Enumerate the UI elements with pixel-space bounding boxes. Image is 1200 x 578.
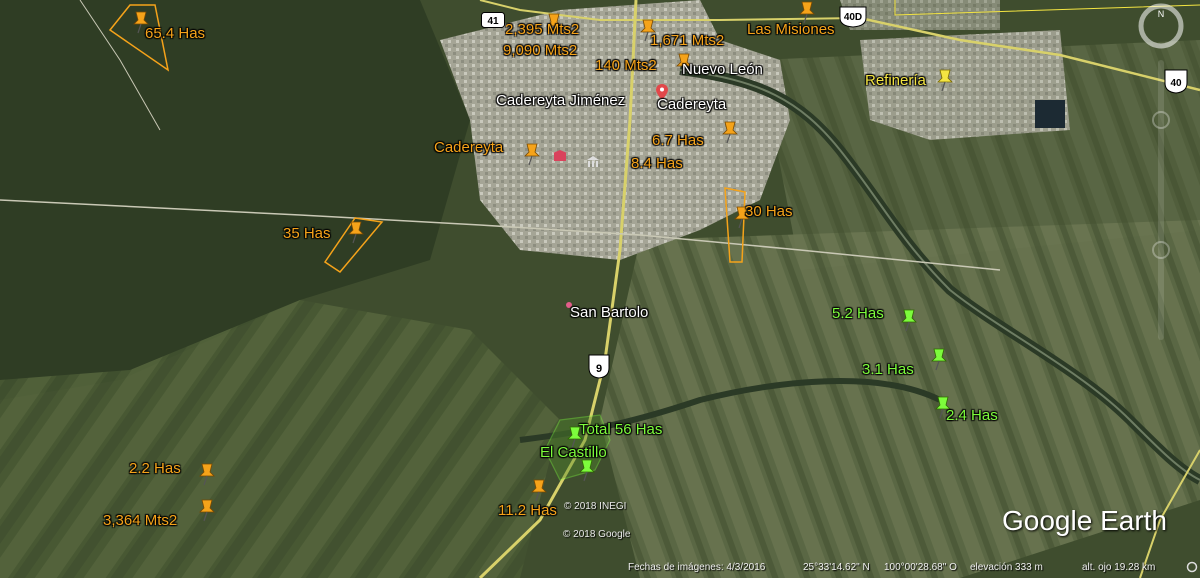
place-label[interactable]: Las Misiones: [747, 22, 835, 37]
orange-pushpin-icon[interactable]: [345, 220, 367, 244]
svg-text:40: 40: [1170, 78, 1182, 89]
copyright-inegi: © 2018 INEGI: [564, 501, 627, 512]
latitude-readout: 25°33'14.62" N: [803, 562, 870, 573]
parcel-label[interactable]: 35 Has: [283, 226, 331, 241]
orange-pushpin-icon[interactable]: [196, 498, 218, 522]
landmark-icon: [553, 150, 567, 161]
parcel-label[interactable]: 2.2 Has: [129, 461, 181, 476]
orange-pushpin-icon[interactable]: [521, 142, 543, 166]
yellow-pushpin-icon[interactable]: [934, 68, 956, 92]
parcel-label[interactable]: 3.1 Has: [862, 362, 914, 377]
longitude-readout: 100°00'28.68" O: [884, 562, 957, 573]
place-label[interactable]: Refinería: [865, 73, 926, 88]
parcel-label[interactable]: 11.2 Has: [498, 503, 557, 518]
zoom-slider[interactable]: [1150, 60, 1172, 340]
town-label: San Bartolo: [570, 304, 649, 321]
status-bar: Fechas de imágenes: 4/3/2016 25°33'14.62…: [0, 557, 1200, 578]
green-pushpin-icon[interactable]: [898, 308, 920, 332]
parcel-label[interactable]: 140 Mts2: [595, 58, 657, 73]
highway-41-shield: 41: [481, 12, 505, 28]
parcel-label[interactable]: 9,090 Mts2: [503, 43, 577, 58]
green-pushpin-icon[interactable]: [928, 347, 950, 371]
eye-altitude-readout: alt. ojo 19.28 km: [1082, 562, 1156, 573]
landmark-icon: [587, 156, 599, 167]
svg-text:N: N: [1158, 9, 1165, 19]
parcel-label[interactable]: 65.4 Has: [145, 26, 205, 41]
parcel-label[interactable]: 5.2 Has: [832, 306, 884, 321]
svg-text:9: 9: [596, 363, 602, 375]
place-label[interactable]: Cadereyta: [434, 140, 503, 155]
parcel-label[interactable]: 30 Has: [745, 204, 793, 219]
streaming-indicator-icon: [1186, 561, 1198, 573]
svg-text:41: 41: [487, 16, 499, 27]
svg-text:40D: 40D: [844, 12, 862, 23]
terrain-imagery: [0, 0, 1200, 578]
highway-9-shield: 9: [588, 354, 610, 379]
parcel-label[interactable]: Total 56 Has: [579, 422, 662, 437]
city-label: Cadereyta: [657, 96, 727, 113]
orange-pushpin-icon[interactable]: [528, 478, 550, 502]
elevation-readout: elevación 333 m: [970, 562, 1043, 573]
municipality-label: Cadereyta Jiménez: [496, 92, 626, 109]
green-pushpin-icon[interactable]: [576, 458, 598, 482]
parcel-label[interactable]: 3,364 Mts2: [103, 513, 177, 528]
state-label: Nuevo León: [682, 61, 763, 78]
orange-pushpin-icon[interactable]: [719, 120, 741, 144]
google-earth-logo: Google Earth: [1002, 505, 1167, 536]
parcel-label[interactable]: 1,671 Mts2: [650, 33, 724, 48]
orange-pushpin-icon[interactable]: [196, 462, 218, 486]
town-label[interactable]: El Castillo: [540, 445, 607, 460]
highway-40d-shield: 40D: [839, 6, 867, 28]
parcel-label[interactable]: 8.4 Has: [631, 156, 683, 171]
imagery-date: Fechas de imágenes: 4/3/2016: [628, 562, 766, 573]
satellite-map[interactable]: 41 40D 40 9 65.4 Has 2,395 Mts2 9,090 Mt…: [0, 0, 1200, 578]
parcel-label[interactable]: 2.4 Has: [946, 408, 998, 423]
copyright-google: © 2018 Google: [563, 529, 631, 540]
parcel-label[interactable]: 2,395 Mts2: [505, 22, 579, 37]
parcel-label[interactable]: 6.7 Has: [652, 133, 704, 148]
compass-icon[interactable]: N: [1138, 3, 1184, 49]
